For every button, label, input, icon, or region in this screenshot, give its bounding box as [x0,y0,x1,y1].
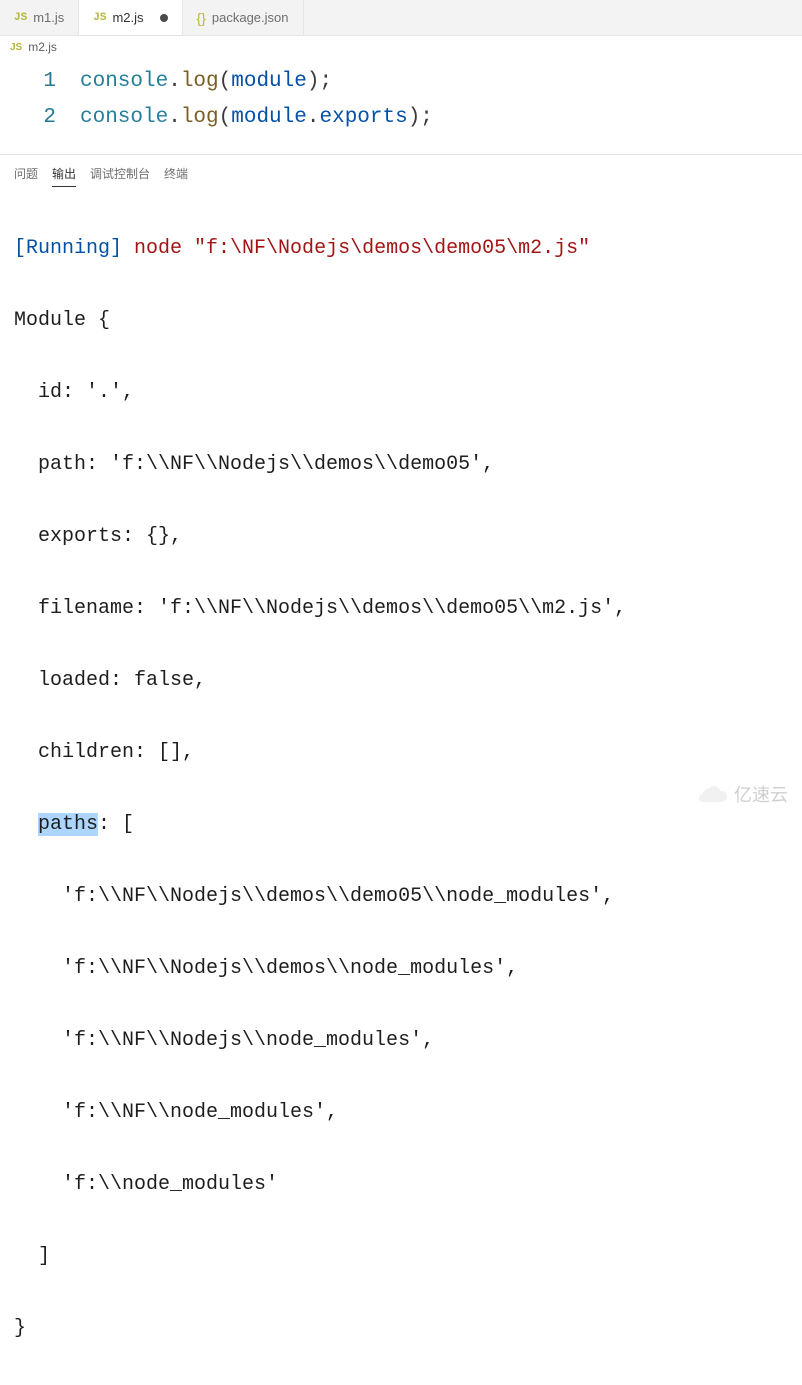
output-line: 'f:\\NF\\node_modules', [14,1095,788,1131]
tab-label: package.json [212,10,289,25]
tab-bar: JS m1.js JS m2.js {} package.json [0,0,802,36]
code-content[interactable]: console.log(module.exports); [80,100,433,136]
output-line: paths: [ [14,807,788,843]
output-line: 'f:\\NF\\Nodejs\\node_modules', [14,1023,788,1059]
output-line: filename: 'f:\\NF\\Nodejs\\demos\\demo05… [14,591,788,627]
js-icon: JS [10,42,22,53]
output-line: } [14,1311,788,1347]
output-line: Module { [14,303,788,339]
js-icon: JS [14,12,27,24]
js-icon: JS [93,12,106,24]
highlighted-text: paths [38,813,98,836]
json-icon: {} [197,10,206,26]
output-line: 'f:\\NF\\Nodejs\\demos\\node_modules', [14,951,788,987]
code-line: 2 console.log(module.exports); [0,100,802,136]
output-line: ] [14,1239,788,1275]
line-number: 2 [0,100,80,136]
tab-label: m2.js [112,10,143,25]
output-line: 'f:\\node_modules' [14,1167,788,1203]
output-line: exports: {}, [14,519,788,555]
output-line: loaded: false, [14,663,788,699]
output-line: children: [], [14,735,788,771]
output-panel[interactable]: [Running] node "f:\NF\Nodejs\demos\demo0… [0,193,802,1385]
watermark: 亿速云 [698,781,788,807]
cloud-icon [698,784,728,804]
output-line: id: '.', [14,375,788,411]
tab-m2[interactable]: JS m2.js [79,0,182,35]
output-line: [Running] node "f:\NF\Nodejs\demos\demo0… [14,231,788,267]
output-line: 'f:\\NF\\Nodejs\\demos\\demo05\\node_mod… [14,879,788,915]
watermark-text: 亿速云 [734,781,788,807]
code-line: 1 console.log(module); [0,64,802,100]
code-content[interactable]: console.log(module); [80,64,332,100]
breadcrumb-label: m2.js [28,40,57,54]
panel-tab-output[interactable]: 输出 [52,165,76,187]
code-editor[interactable]: 1 console.log(module); 2 console.log(mod… [0,58,802,154]
tab-label: m1.js [33,10,64,25]
panel-tab-debug-console[interactable]: 调试控制台 [90,165,150,187]
command-text: node "f:\NF\Nodejs\demos\demo05\m2.js" [122,237,590,260]
breadcrumb[interactable]: JS m2.js [0,36,802,58]
tab-package-json[interactable]: {} package.json [183,0,304,35]
running-label: [Running] [14,237,122,260]
dirty-indicator-icon [160,14,168,22]
panel-tab-problems[interactable]: 问题 [14,165,38,187]
line-number: 1 [0,64,80,100]
tab-m1[interactable]: JS m1.js [0,0,79,35]
output-line: path: 'f:\\NF\\Nodejs\\demos\\demo05', [14,447,788,483]
panel-tabs: 问题 输出 调试控制台 终端 [0,155,802,193]
panel-tab-terminal[interactable]: 终端 [164,165,188,187]
